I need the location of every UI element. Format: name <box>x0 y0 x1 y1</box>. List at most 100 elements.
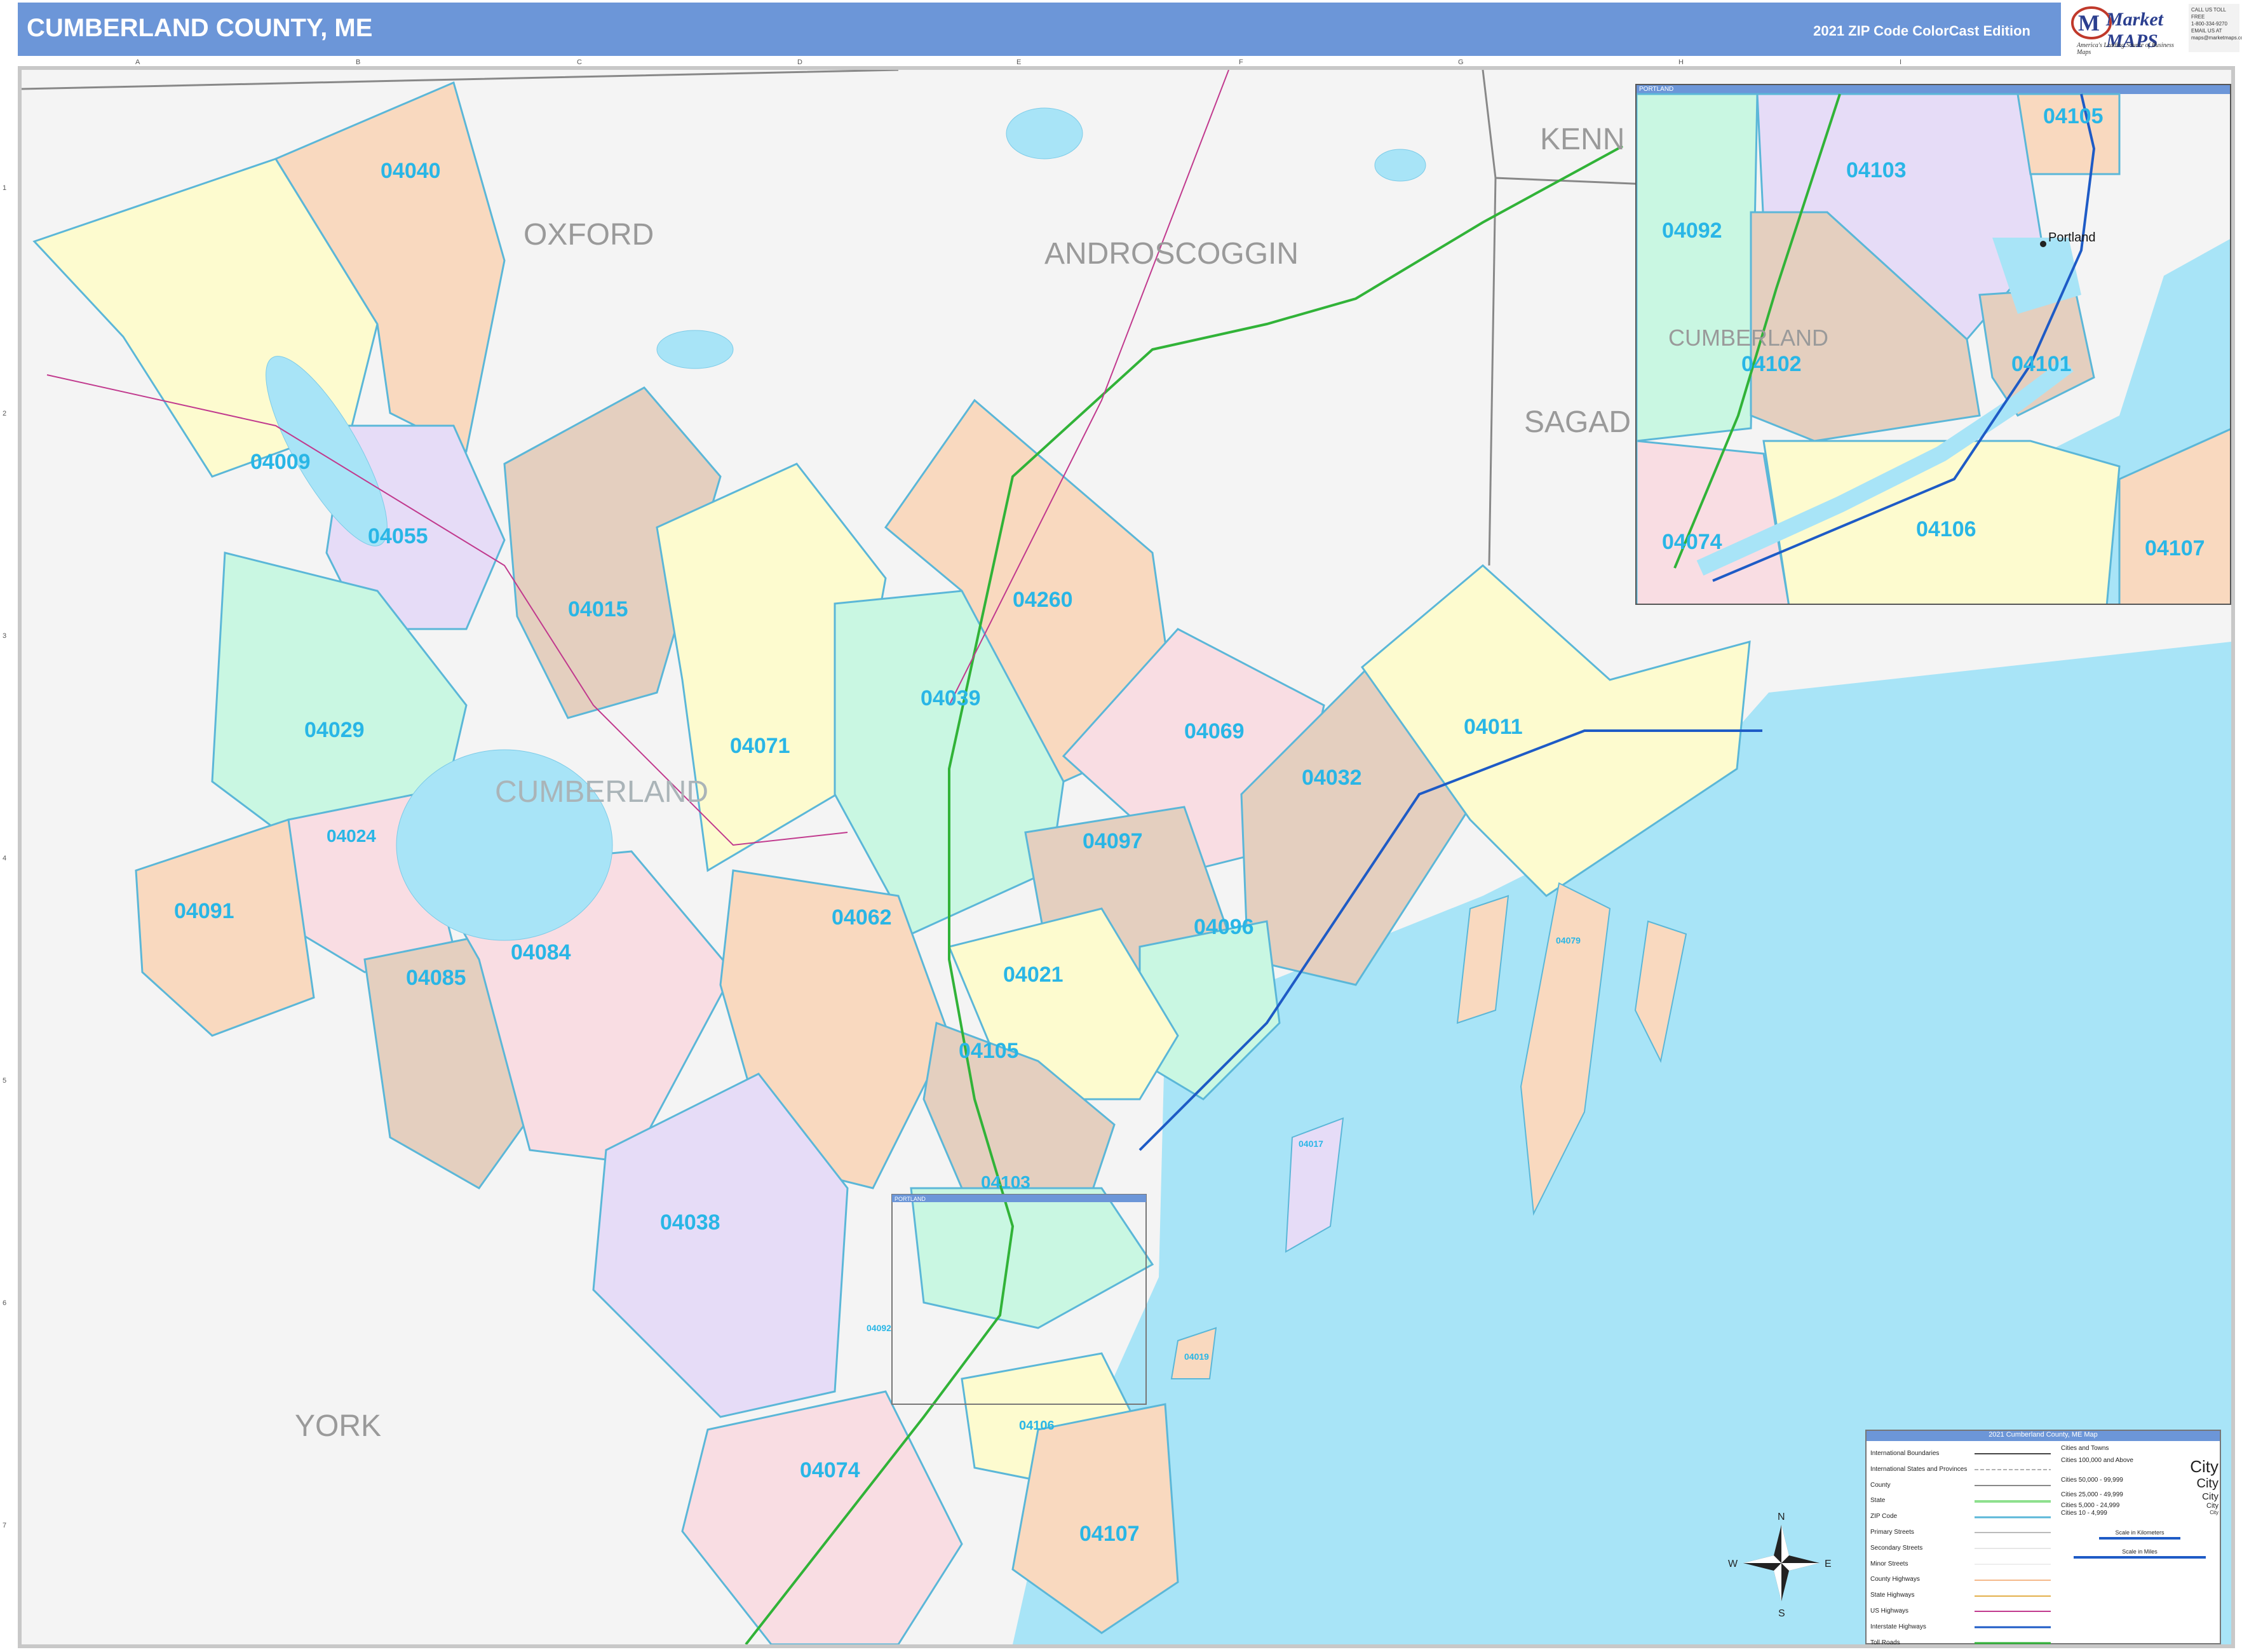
grid-col-c: C <box>577 58 582 66</box>
zip-label: 04084 <box>511 940 571 965</box>
edition-label: 2021 ZIP Code ColorCast Edition <box>1813 23 2030 39</box>
zip-label: 04105 <box>959 1039 1019 1063</box>
legend-city-sample: City <box>2210 1510 2218 1515</box>
county-label-oxford: OXFORD <box>523 218 654 252</box>
grid-row-5: 5 <box>3 1077 7 1085</box>
scale-km-bar <box>2099 1537 2180 1540</box>
map-header: CUMBERLAND COUNTY, ME 2021 ZIP Code Colo… <box>18 3 2061 56</box>
zip-label: 04106 <box>1019 1419 1055 1433</box>
inset-map: 04105 04103 04092 04102 04101 04074 0410… <box>1637 93 2230 604</box>
legend-row: Toll Roads <box>1870 1639 1900 1646</box>
grid-row-1: 1 <box>3 184 7 192</box>
zip-label: 04097 <box>1083 829 1143 853</box>
lake-3 <box>1374 149 1426 182</box>
legend-city-range: Cities 25,000 - 49,999 <box>2061 1491 2123 1498</box>
grid-col-e: E <box>1016 58 1022 66</box>
legend-city-range: Cities 50,000 - 99,999 <box>2061 1477 2123 1484</box>
grid-col-a: A <box>135 58 140 66</box>
legend-row: State Highways <box>1870 1592 1915 1599</box>
grid-row-6: 6 <box>3 1299 7 1307</box>
grid-row-3: 3 <box>3 632 7 640</box>
zip-label: 04032 <box>1302 766 1362 790</box>
grid-row-4: 4 <box>3 855 7 862</box>
legend-row: Minor Streets <box>1870 1560 1908 1567</box>
zip-label: 04107 <box>1079 1522 1140 1546</box>
zip-label: 04009 <box>250 450 311 474</box>
scale-km-label: Scale in Kilometers <box>2115 1529 2164 1536</box>
scale-mi-label: Scale in Miles <box>2122 1548 2158 1555</box>
legend-row: Primary Streets <box>1870 1528 1914 1536</box>
grid-col-i: I <box>1900 58 1902 66</box>
grid-row-2: 2 <box>3 410 7 417</box>
legend-city-range: Cities 10 - 4,999 <box>2061 1510 2107 1517</box>
logo-tagline: America's Leading Source of Business Map… <box>2077 42 2174 56</box>
legend-row: ZIP Code <box>1870 1513 1898 1520</box>
contact-box: CALL US TOLL FREE 1-800-334-9270 EMAIL U… <box>2189 4 2242 52</box>
inset-zip-label: 04092 <box>1662 219 1722 243</box>
zip-label: 04074 <box>800 1458 860 1482</box>
inset-zip-label: 04105 <box>2043 104 2104 128</box>
map-title: CUMBERLAND COUNTY, ME <box>27 14 373 42</box>
legend-cities: Cities and Towns Cities 100,000 and Abov… <box>2061 1445 2218 1560</box>
grid-col-g: G <box>1458 58 1464 66</box>
inset-zip-label: 04106 <box>1916 517 1976 541</box>
map-frame[interactable]: OXFORD ANDROSCOGGIN CUMBERLAND YORK KENN… <box>18 66 2235 1648</box>
legend-city-row: Cities 5,000 - 24,999 City <box>2061 1502 2218 1510</box>
zip-label: 04029 <box>304 718 365 742</box>
small-inset-label: PORTLAND <box>895 1196 926 1202</box>
grid-col-d: D <box>797 58 802 66</box>
grid-col-h: H <box>1678 58 1684 66</box>
legend-city-sample: City <box>2196 1477 2218 1491</box>
legend-row: US Highways <box>1870 1607 1909 1615</box>
zip-label: 04091 <box>174 899 234 923</box>
contact-line: 1-800-334-9270 <box>2191 21 2227 27</box>
zip-label: 04039 <box>921 686 981 710</box>
inset-city-label: Portland <box>2048 231 2096 245</box>
zip-label: 04092 <box>867 1323 891 1333</box>
inset-zip-label: 04107 <box>2145 536 2205 560</box>
legend-city-range: Cities 100,000 and Above <box>2061 1457 2133 1464</box>
zip-label: 04021 <box>1003 963 1064 987</box>
zip-label: 04062 <box>832 905 892 930</box>
compass-w: W <box>1728 1559 1738 1569</box>
zip-label: 04011 <box>1464 715 1523 739</box>
county-label-sagadahoc: SAGAD <box>1524 405 1631 439</box>
contact-line: EMAIL US AT <box>2191 28 2222 34</box>
legend-row: Secondary Streets <box>1870 1544 1923 1552</box>
inset-zip-label: 04102 <box>1741 352 1802 376</box>
legend-line-types: International Boundaries International S… <box>1870 1446 1968 1646</box>
legend-row: County <box>1870 1481 1891 1489</box>
grid-row-7: 7 <box>3 1522 7 1529</box>
zip-label: 04085 <box>406 966 466 990</box>
compass-s: S <box>1778 1608 1785 1619</box>
zip-label: 04015 <box>568 597 628 621</box>
legend-row: County Highways <box>1870 1576 1920 1583</box>
legend-city-row: Cities 50,000 - 99,999 City <box>2061 1477 2218 1491</box>
county-label-kennebec: KENN <box>1540 123 1624 156</box>
legend-title: 2021 Cumberland County, ME Map <box>1867 1431 2220 1441</box>
legend-city-row: Cities 10 - 4,999 City <box>2061 1510 2218 1517</box>
zip-label: 04040 <box>381 159 441 183</box>
legend-city-sample: City <box>2202 1491 2218 1502</box>
county-label-cumberland: CUMBERLAND <box>495 775 708 809</box>
zip-label: 04103 <box>981 1172 1030 1192</box>
inset-zip-label: 04074 <box>1662 530 1722 554</box>
contact-line: maps@marketmaps.com <box>2191 35 2242 41</box>
legend-row: International States and Provinces <box>1870 1465 1968 1473</box>
zip-label: 04038 <box>660 1210 720 1235</box>
compass-n: N <box>1778 1512 1785 1522</box>
inset-county-label: CUMBERLAND <box>1668 325 1828 351</box>
legend-row: International Boundaries <box>1870 1450 1940 1457</box>
portland-inset[interactable]: PORTLAND 04105 04103 04092 04102 04101 0… <box>1635 84 2231 605</box>
compass-e: E <box>1825 1559 1832 1569</box>
inset-zip-label: 04101 <box>2011 352 2072 376</box>
legend-line-samples <box>1975 1453 2051 1644</box>
zip-label: 04069 <box>1184 719 1245 743</box>
scale-mi-bar <box>2074 1556 2206 1559</box>
legend-cities-heading: Cities and Towns <box>2061 1445 2109 1452</box>
portland-city-dot <box>2040 241 2046 247</box>
zip-label: 04260 <box>1013 588 1073 612</box>
legend-row: Interstate Highways <box>1870 1623 1926 1630</box>
zip-label: 04019 <box>1184 1351 1209 1362</box>
zip-label: 04024 <box>327 826 376 846</box>
